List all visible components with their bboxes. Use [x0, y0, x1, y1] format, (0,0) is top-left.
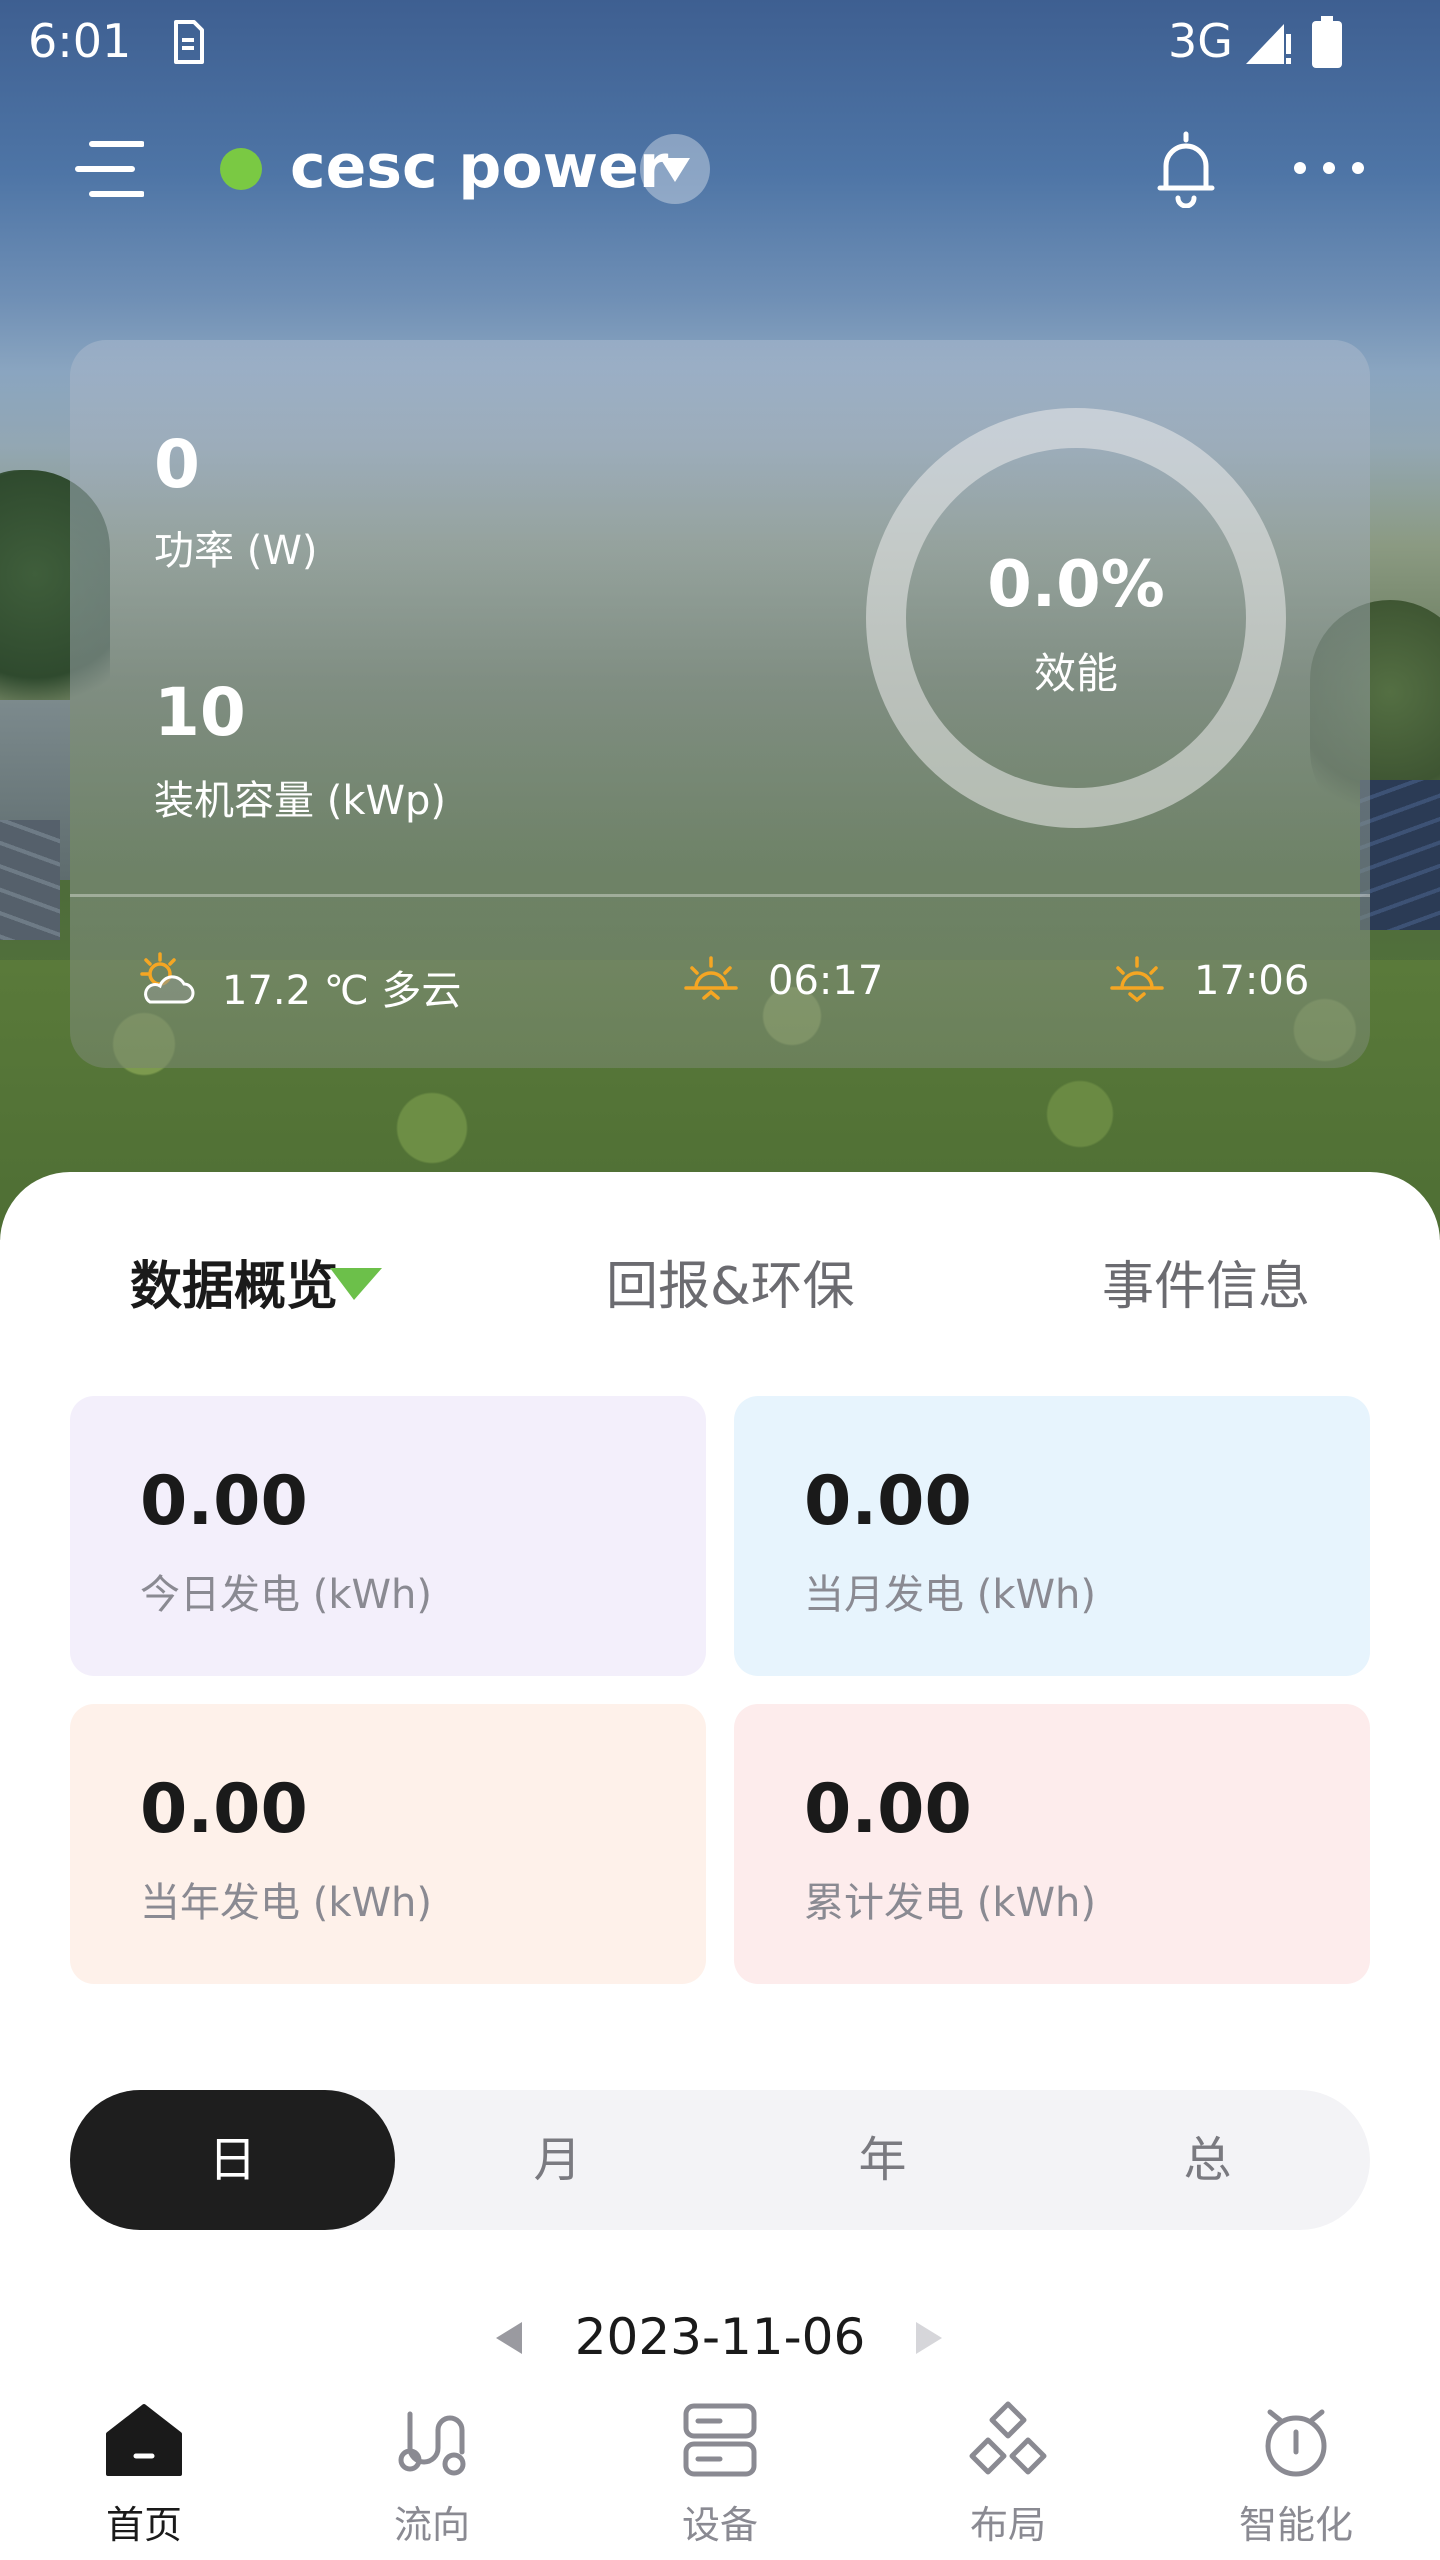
weather-text: 17.2 ℃ 多云: [222, 968, 462, 1014]
battery-icon: [1312, 16, 1342, 68]
menu-icon[interactable]: [72, 136, 144, 202]
sunset-icon: [1110, 956, 1164, 1003]
month-generation-card[interactable]: 0.00 当月发电 (kWh): [734, 1396, 1370, 1676]
nav-smart-label: 智能化: [1238, 2503, 1353, 2547]
installed-capacity-label: 装机容量 (kWp): [154, 778, 447, 824]
efficiency-label: 效能: [1033, 649, 1118, 698]
month-generation-value: 0.00: [804, 1462, 972, 1541]
period-total[interactable]: 总: [1045, 2090, 1370, 2230]
power-value: 0: [154, 426, 200, 503]
period-day[interactable]: 日: [70, 2090, 395, 2230]
divider: [70, 894, 1370, 897]
device-icon: [683, 2403, 757, 2477]
tab-event-info[interactable]: 事件信息: [1102, 1244, 1310, 1319]
year-generation-card[interactable]: 0.00 当年发电 (kWh): [70, 1704, 706, 1984]
nav-layout-label: 布局: [969, 2503, 1046, 2547]
year-generation-value: 0.00: [140, 1770, 308, 1849]
flow-icon: [398, 2411, 466, 2476]
total-generation-card[interactable]: 0.00 累计发电 (kWh): [734, 1704, 1370, 1984]
tab-return-environment[interactable]: 回报&环保: [606, 1244, 855, 1319]
nav-home[interactable]: 首页: [0, 2380, 288, 2560]
nav-device-label: 设备: [681, 2503, 758, 2547]
chevron-down-icon: [660, 158, 690, 182]
more-options-icon[interactable]: [1290, 150, 1368, 186]
sim-card-icon: [174, 20, 204, 64]
today-generation-label: 今日发电 (kWh): [140, 1572, 432, 1618]
home-icon: [106, 2404, 182, 2476]
nav-smart[interactable]: 智能化: [1152, 2380, 1440, 2560]
network-type: 3G: [1168, 14, 1233, 68]
today-generation-value: 0.00: [140, 1462, 308, 1541]
nav-device[interactable]: 设备: [576, 2380, 864, 2560]
year-generation-label: 当年发电 (kWh): [140, 1880, 432, 1926]
total-generation-label: 累计发电 (kWh): [804, 1880, 1096, 1926]
previous-date-icon[interactable]: [494, 2320, 524, 2356]
signal-icon: [1246, 24, 1291, 64]
online-status-dot: [220, 148, 262, 190]
nav-flow[interactable]: 流向: [288, 2380, 576, 2560]
power-label: 功率 (W): [154, 528, 318, 574]
active-tab-indicator: [330, 1268, 382, 1300]
sunrise-icon: [684, 956, 738, 1000]
plant-overview-card: 0 功率 (W) 10 装机容量 (kWp) 0.0% 效能 17.2 ℃ 多云…: [70, 340, 1370, 1068]
sunset-time: 17:06: [1194, 958, 1310, 1004]
month-generation-label: 当月发电 (kWh): [804, 1572, 1096, 1618]
period-switch: 日 月 年 总: [70, 2090, 1370, 2230]
plant-name[interactable]: cesc power: [290, 132, 668, 202]
next-date-icon[interactable]: [914, 2320, 944, 2356]
layout-icon: [969, 2401, 1047, 2475]
tab-data-overview[interactable]: 数据概览: [130, 1244, 338, 1319]
nav-layout[interactable]: 布局: [864, 2380, 1152, 2560]
period-year[interactable]: 年: [720, 2090, 1045, 2230]
period-month[interactable]: 月: [395, 2090, 720, 2230]
notification-bell-icon[interactable]: [1154, 128, 1218, 208]
partly-cloudy-icon: [140, 952, 195, 1004]
nav-home-label: 首页: [105, 2503, 182, 2547]
today-generation-card[interactable]: 0.00 今日发电 (kWh): [70, 1396, 706, 1676]
selected-date[interactable]: 2023-11-06: [560, 2308, 880, 2366]
sunrise-time: 06:17: [768, 958, 884, 1004]
efficiency-value: 0.0%: [987, 548, 1165, 622]
smart-icon: [1265, 2409, 1327, 2477]
total-generation-value: 0.00: [804, 1770, 972, 1849]
plant-dropdown-button[interactable]: [640, 134, 710, 204]
nav-flow-label: 流向: [393, 2503, 470, 2547]
bottom-navigation: 首页 流向 设备 布局 智能化: [0, 2380, 1440, 2560]
installed-capacity-value: 10: [154, 674, 246, 751]
status-time: 6:01: [28, 14, 132, 68]
status-bar: 6:01 3G: [0, 0, 1440, 84]
